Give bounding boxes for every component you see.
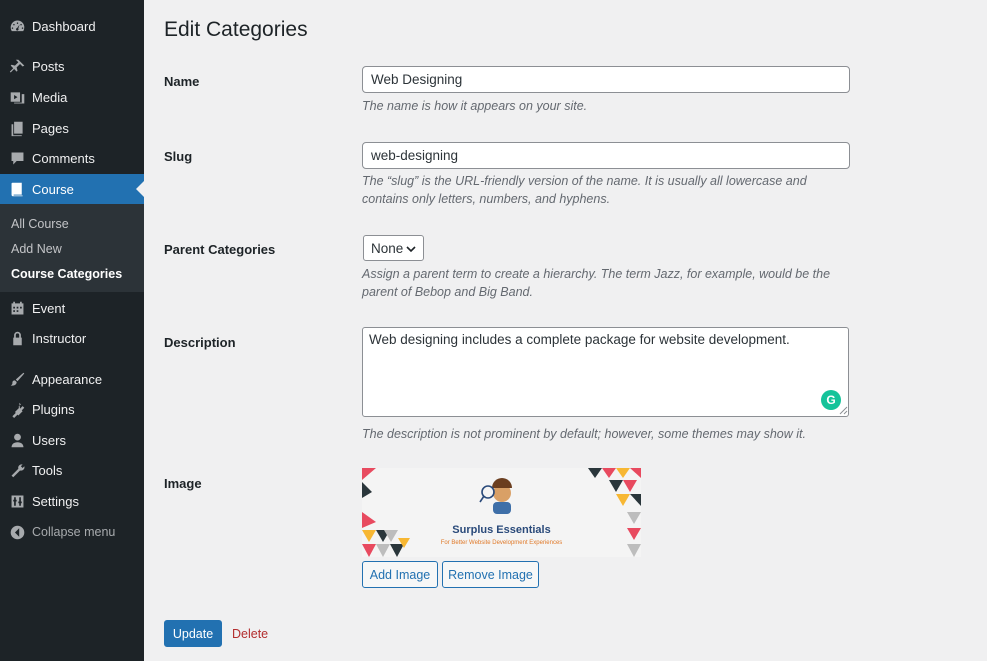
book-icon <box>7 179 27 199</box>
parent-select-value: None <box>371 240 404 256</box>
sidebar-item-instructor[interactable]: Instructor <box>0 325 144 351</box>
sidebar-item-plugins[interactable]: Plugins <box>0 396 144 422</box>
sidebar-item-label: Dashboard <box>32 18 96 34</box>
sidebar-item-label: Settings <box>32 493 79 509</box>
sidebar-item-tools[interactable]: Tools <box>0 457 144 483</box>
collapse-menu-label: Collapse menu <box>32 525 116 539</box>
sidebar-item-label: Tools <box>32 462 63 478</box>
image-label: Image <box>164 476 202 491</box>
media-icon <box>7 87 27 107</box>
name-input[interactable] <box>362 66 850 93</box>
slug-input[interactable] <box>362 142 850 169</box>
banner-subtitle: For Better Website Development Experienc… <box>440 540 563 546</box>
plugin-icon <box>7 399 27 419</box>
submenu-course-categories[interactable]: Course Categories <box>11 267 122 281</box>
category-image-preview: Surplus Essentials For Better Website De… <box>362 468 641 557</box>
admin-sidebar: Dashboard Posts Media Pages Comments Cou… <box>0 0 144 661</box>
parent-categories-select[interactable]: None <box>363 235 424 261</box>
collapse-menu-button[interactable]: Collapse menu <box>0 519 144 545</box>
lock-icon <box>7 328 27 348</box>
slug-label: Slug <box>164 149 193 164</box>
sidebar-item-dashboard[interactable]: Dashboard <box>0 13 144 39</box>
description-label: Description <box>164 335 236 350</box>
name-label: Name <box>164 74 200 89</box>
sidebar-item-label: Plugins <box>32 401 75 417</box>
dashboard-icon <box>7 16 27 36</box>
collapse-icon <box>7 522 27 542</box>
submenu-add-new[interactable]: Add New <box>11 242 62 256</box>
slug-help-text: The “slug” is the URL-friendly version o… <box>362 174 807 206</box>
sidebar-item-settings[interactable]: Settings <box>0 488 144 514</box>
sidebar-item-label: Comments <box>32 150 95 166</box>
name-help-text: The name is how it appears on your site. <box>362 99 588 113</box>
sidebar-item-course[interactable]: Course <box>0 174 144 204</box>
settings-icon <box>7 491 27 511</box>
sidebar-item-label: Instructor <box>32 330 87 346</box>
sidebar-item-event[interactable]: Event <box>0 295 144 321</box>
banner-title: Surplus Essentials <box>452 524 551 536</box>
sidebar-item-label: Media <box>32 89 68 105</box>
pages-icon <box>7 118 27 138</box>
page-title: Edit Categories <box>164 18 308 41</box>
brush-icon <box>7 369 27 389</box>
parent-help-text: Assign a parent term to create a hierarc… <box>362 267 831 299</box>
sidebar-item-media[interactable]: Media <box>0 84 144 110</box>
sidebar-item-label: Posts <box>32 58 65 74</box>
comments-icon <box>7 148 27 168</box>
remove-image-button[interactable]: Remove Image <box>442 561 539 588</box>
description-textarea[interactable]: Web designing includes a complete packag… <box>362 327 849 417</box>
wrench-icon <box>7 460 27 480</box>
sidebar-item-label: Course <box>32 181 74 197</box>
resize-handle-icon[interactable] <box>838 405 848 415</box>
user-icon <box>7 430 27 450</box>
sidebar-item-label: Appearance <box>32 371 103 387</box>
sidebar-item-label: Event <box>32 300 66 316</box>
sidebar-item-label: Users <box>32 432 66 448</box>
event-icon <box>7 298 27 318</box>
description-help-text: The description is not prominent by defa… <box>362 427 806 441</box>
sidebar-item-comments[interactable]: Comments <box>0 145 144 171</box>
course-submenu: All Course Add New Course Categories <box>0 204 144 292</box>
sidebar-item-users[interactable]: Users <box>0 427 144 453</box>
sidebar-item-posts[interactable]: Posts <box>0 53 144 79</box>
sidebar-item-pages[interactable]: Pages <box>0 115 144 141</box>
sidebar-item-label: Pages <box>32 120 69 136</box>
delete-link[interactable]: Delete <box>232 627 268 641</box>
parent-categories-label: Parent Categories <box>164 242 276 257</box>
sidebar-item-appearance[interactable]: Appearance <box>0 366 144 392</box>
submenu-all-course[interactable]: All Course <box>11 217 69 231</box>
pin-icon <box>7 56 27 76</box>
add-image-button[interactable]: Add Image <box>362 561 438 588</box>
chevron-down-icon <box>406 246 416 253</box>
update-button[interactable]: Update <box>164 620 222 647</box>
